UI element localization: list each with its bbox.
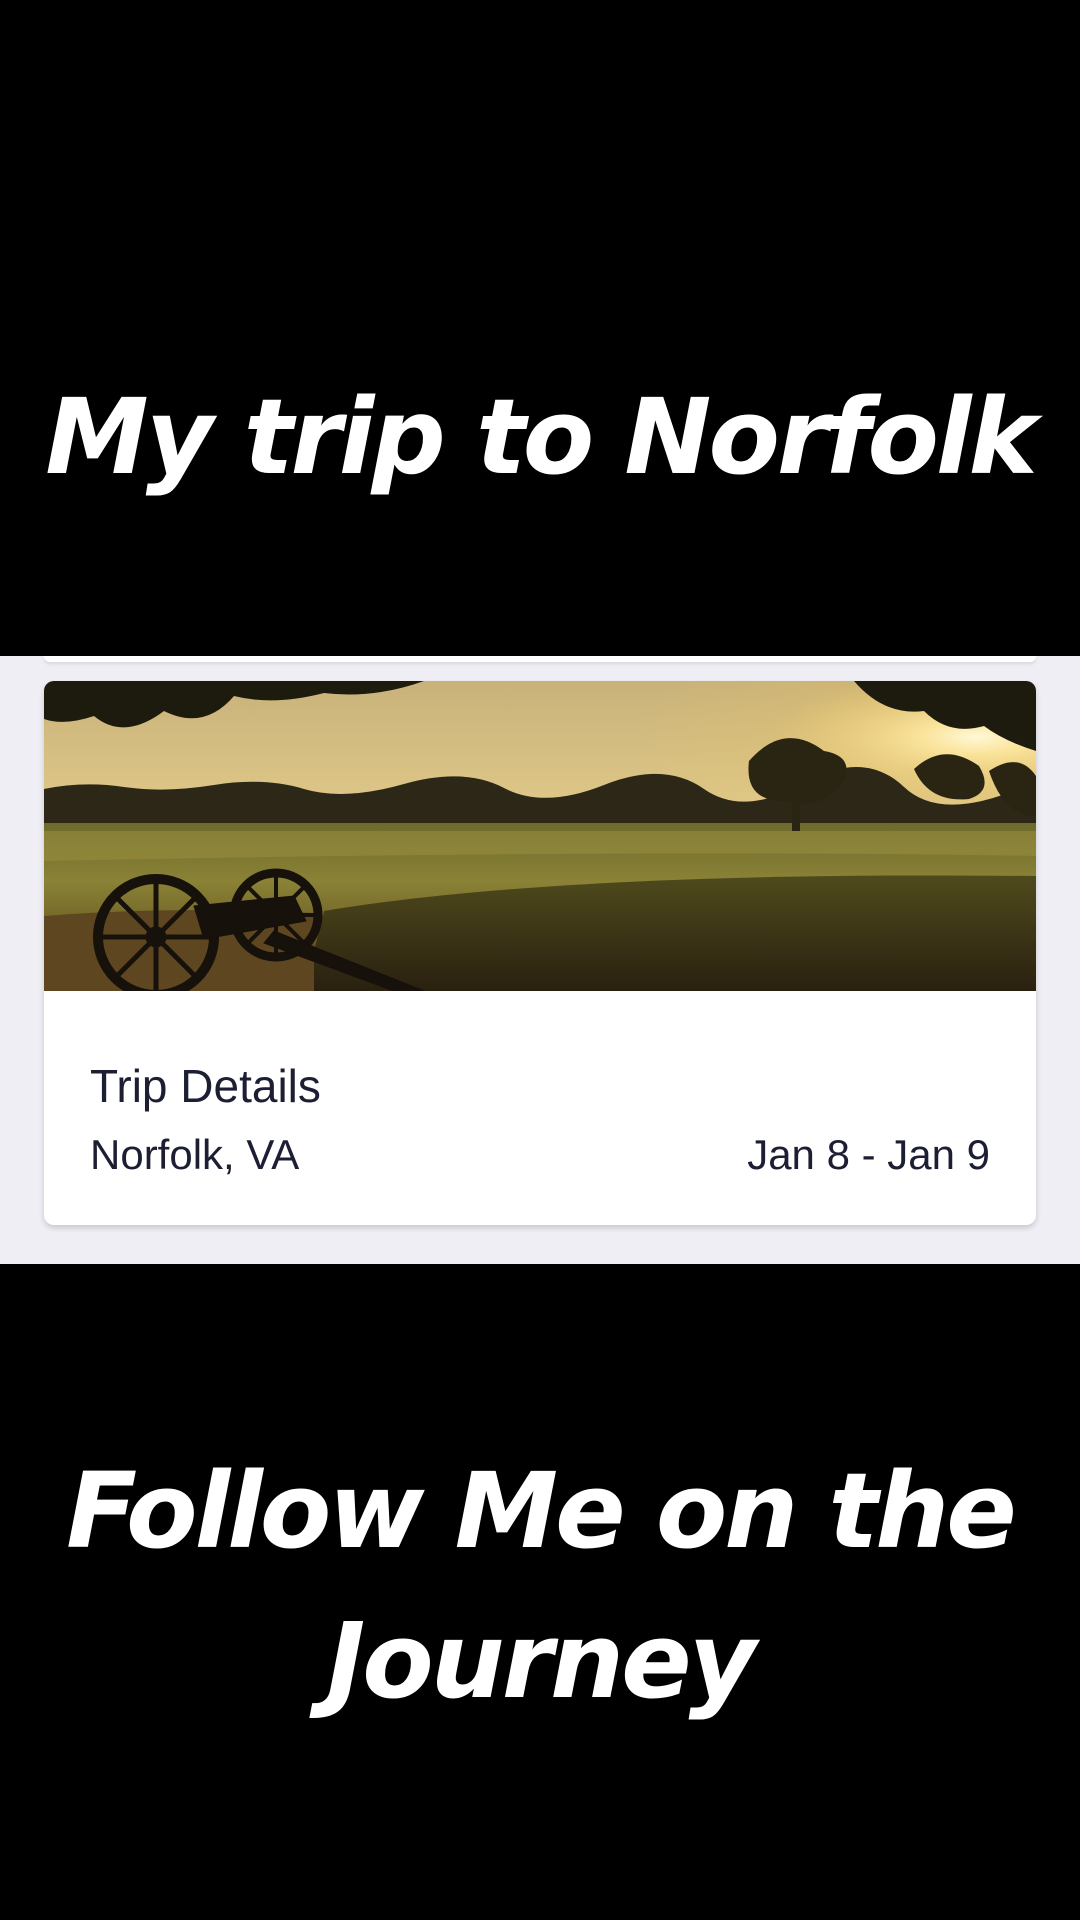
caption-bottom-line2: Journey [326,1600,757,1722]
trip-location: Norfolk, VA [90,1131,300,1178]
trip-card-body: Trip Details Norfolk, VA Jan 8 - Jan 9 [44,991,1036,1225]
app-screenshot: Trip Details Norfolk, VA Jan 8 - Jan 9 [0,656,1080,1264]
previous-card-edge [44,656,1036,662]
trip-details-title: Trip Details [90,1060,321,1112]
caption-bottom: Follow Me on the Journey [0,1436,1080,1736]
trip-card[interactable]: Trip Details Norfolk, VA Jan 8 - Jan 9 [44,681,1036,1225]
trip-image [44,681,1036,991]
caption-top: My trip to Norfolk [45,376,1037,498]
trip-dates: Jan 8 - Jan 9 [747,1131,990,1178]
caption-bottom-line1: Follow Me on the [66,1450,1017,1572]
video-frame: My trip to Norfolk Trip Details Norfolk,… [0,0,1080,1920]
